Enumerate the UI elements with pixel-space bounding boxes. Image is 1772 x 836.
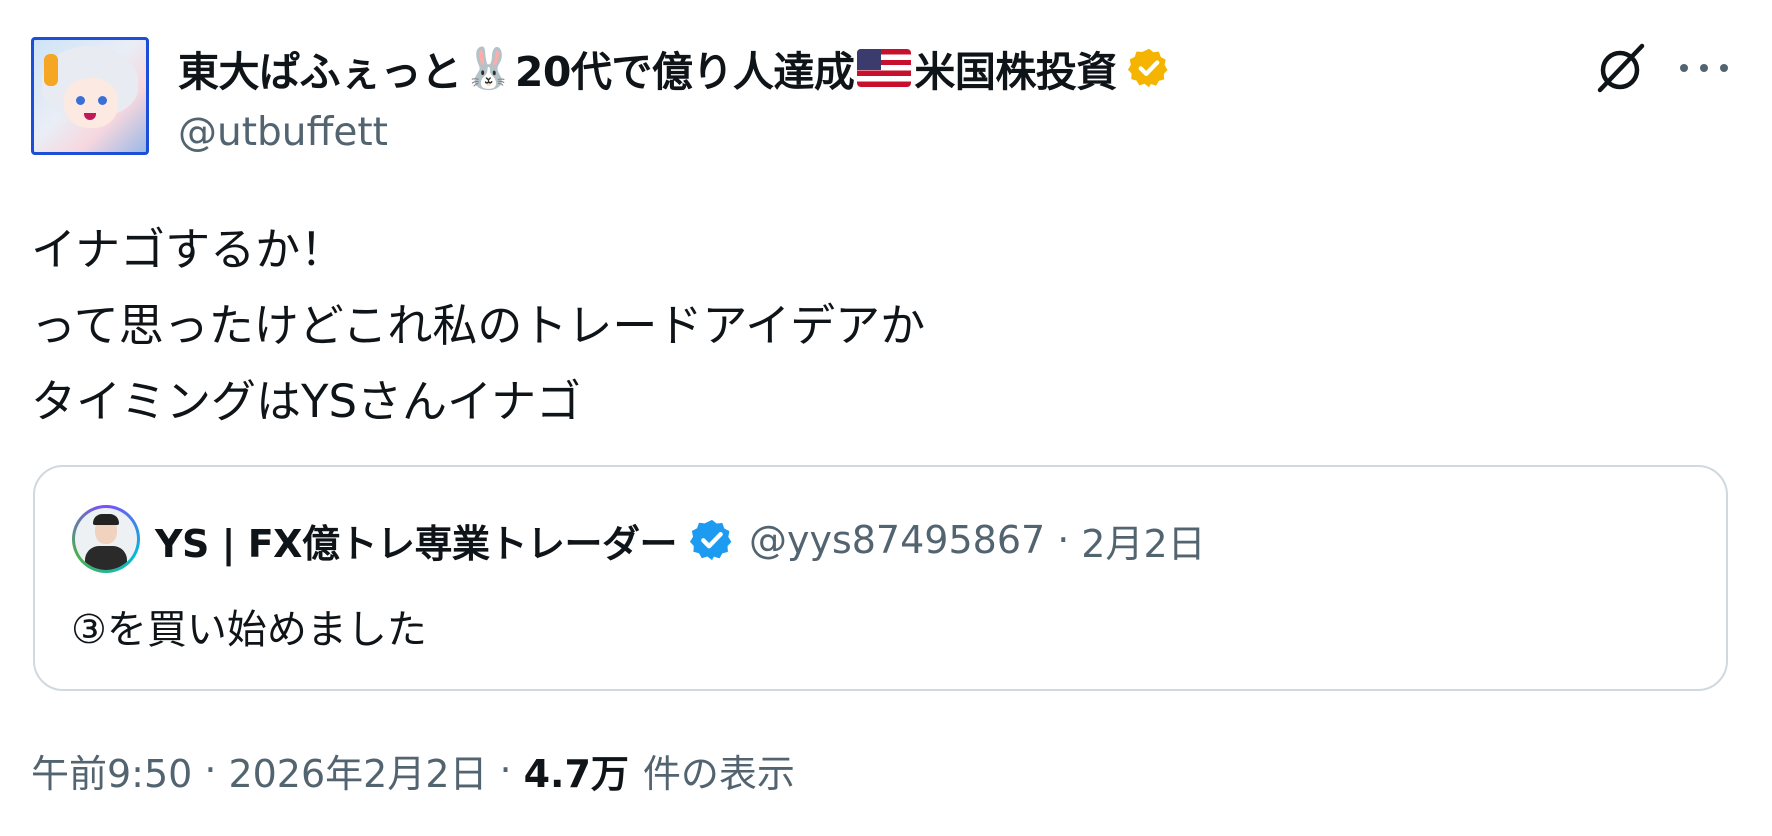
verified-blue-icon[interactable] [689,517,735,563]
tweet-line: イナゴするか！ [31,223,346,276]
quote-handle[interactable]: @yys87495867 [749,518,1045,562]
display-name-part2: 20代で億り人達成 [514,48,855,96]
avatar-eye [76,96,85,105]
quote-avatar[interactable] [72,505,140,573]
more-dot [1680,64,1688,72]
more-dot [1700,64,1708,72]
author-avatar[interactable] [31,37,149,155]
more-dot [1720,64,1728,72]
avatar-accessory [44,54,58,86]
us-flag-icon [857,49,912,87]
avatar-face [64,78,118,128]
tweet-line: って思ったけどこれ私のトレードアイデアか [31,299,926,352]
author-handle[interactable]: @utbuffett [178,110,388,155]
quote-text: ③を買い始めました [71,607,427,653]
tweet-line: タイミングはYSさんイナゴ [31,375,582,428]
more-icon[interactable] [1680,48,1728,88]
avatar-eye [98,96,107,105]
rabbit-emoji-icon: 🐰 [463,45,514,92]
tweet-date[interactable]: 2026年2月2日 [228,743,487,798]
meta-separator: · [499,748,512,792]
grok-icon[interactable] [1594,42,1646,94]
tweet-time[interactable]: 午前9:50 [31,743,192,798]
display-name-part1: 東大ぱふぇっと [178,48,462,96]
quote-header: YS | FX億トレ専業トレーダー @yys87495867 · 2月2日 [155,513,1206,567]
quote-display-name[interactable]: YS | FX億トレ専業トレーダー [155,513,677,568]
quote-tweet-card[interactable]: YS | FX億トレ専業トレーダー @yys87495867 · 2月2日 ③を… [33,465,1728,691]
quote-separator: · [1057,518,1070,562]
author-display-name[interactable]: 東大ぱふぇっと 🐰 20代で億り人達成 米国株投資 [178,42,1171,96]
views-count[interactable]: 4.7万 [524,743,629,798]
display-name-part3: 米国株投資 [914,48,1117,96]
tweet-meta: 午前9:50 · 2026年2月2日 · 4.7万 件の表示 [31,742,795,798]
verified-gold-icon[interactable] [1127,46,1171,90]
meta-separator: · [204,748,217,792]
tweet-text: イナゴするか！ って思ったけどこれ私のトレードアイデアか タイミングはYSさんイ… [31,212,925,440]
quote-date[interactable]: 2月2日 [1081,513,1205,568]
views-label: 件の表示 [642,751,795,796]
